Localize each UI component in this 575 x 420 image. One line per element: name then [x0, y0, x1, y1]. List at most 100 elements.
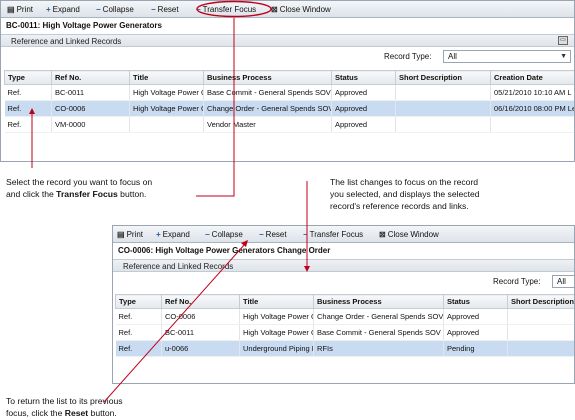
top-expand-button[interactable]: + Expand — [46, 4, 80, 15]
minus-icon: − — [303, 230, 308, 239]
bottom-print-button[interactable]: ▤ Print — [117, 229, 143, 240]
plus-icon: + — [46, 5, 51, 14]
cell-ref: VM-0000 — [51, 116, 130, 133]
cell-title: Underground Piping M — [239, 340, 314, 357]
cell-desc — [395, 84, 491, 101]
column-header[interactable]: Status — [331, 70, 396, 85]
cell-process: Base Commit - General Spends SOV — [313, 324, 444, 341]
cell-ref: CO-0006 — [161, 308, 240, 325]
bottom-record-type-row: Record Type: All — [113, 272, 574, 292]
column-header[interactable]: Ref No. — [51, 70, 130, 85]
cell-type: Ref. — [4, 116, 52, 133]
cell-desc — [507, 340, 574, 357]
cell-status: Approved — [331, 84, 396, 101]
column-header[interactable]: Short Description — [507, 294, 574, 309]
cell-date — [490, 116, 574, 133]
annotation-reset: To return the list to its previous focus… — [6, 396, 123, 418]
column-header[interactable]: Ref No. — [161, 294, 240, 309]
cell-ref: BC-0011 — [161, 324, 240, 341]
cell-process: RFIs — [313, 340, 444, 357]
bottom-record-type-select[interactable]: All — [552, 275, 574, 288]
table-row[interactable]: Ref. CO-0006 High Voltage Power G Change… — [115, 308, 574, 325]
cell-status: Approved — [443, 324, 508, 341]
cell-title: High Voltage Power G — [239, 324, 314, 341]
table-row-selected[interactable]: Ref. CO-0006 High Voltage Power G Change… — [4, 100, 574, 117]
bottom-transfer-focus-button[interactable]: − Transfer Focus — [303, 229, 363, 240]
top-records-window: ▤ Print + Expand − Collapse − Reset − Transfe… — [0, 0, 575, 162]
bottom-expand-button[interactable]: + Expand — [156, 229, 190, 240]
bottom-collapse-button[interactable]: − Collapse — [205, 229, 243, 240]
minus-icon: − — [196, 5, 201, 14]
top-toolbar: ▤ Print + Expand − Collapse − Reset − Transfe… — [1, 1, 574, 18]
bottom-records-window: ▤ Print + Expand − Collapse − Reset − Transfe… — [112, 225, 575, 384]
printer-icon: ▤ — [117, 230, 125, 239]
annotation-list-changes: The list changes to focus on the record … — [330, 177, 480, 211]
cell-ref: u-0066 — [161, 340, 240, 357]
column-header[interactable]: Type — [4, 70, 52, 85]
top-record-type-select[interactable]: All ▼ — [443, 50, 571, 63]
cell-desc — [507, 308, 574, 325]
top-section-title: Reference and Linked Records — [11, 37, 122, 46]
column-header[interactable]: Title — [239, 294, 314, 309]
column-header[interactable]: Type — [115, 294, 162, 309]
bottom-section-header: Reference and Linked Records — [113, 259, 574, 272]
table-header-row: Type Ref No. Title Business Process Stat… — [115, 294, 574, 309]
top-section-header: Reference and Linked Records ▭ — [1, 34, 574, 47]
column-header[interactable]: Status — [443, 294, 508, 309]
cell-date: 05/21/2010 10:10 AM L — [490, 84, 574, 101]
top-collapse-button[interactable]: − Collapse — [96, 4, 134, 15]
cell-process: Change Order - General Spends SOV — [203, 100, 332, 117]
cell-status: Approved — [443, 308, 508, 325]
bottom-section-title: Reference and Linked Records — [123, 262, 234, 271]
bottom-close-window-button[interactable]: ⊠ Close Window — [379, 229, 439, 240]
bottom-record-title: CO-0006: High Voltage Power Generators C… — [113, 243, 574, 259]
column-header[interactable]: Business Process — [203, 70, 332, 85]
printer-icon: ▤ — [7, 5, 15, 14]
column-header[interactable]: Creation Date — [490, 70, 574, 85]
minus-icon: − — [259, 230, 264, 239]
column-header[interactable]: Short Description — [395, 70, 491, 85]
minus-icon: − — [151, 5, 156, 14]
close-icon: ⊠ — [379, 230, 386, 239]
cell-date: 06/16/2010 08:00 PM Le — [490, 100, 574, 117]
top-record-type-row: Record Type: All ▼ — [1, 47, 574, 67]
bottom-toolbar: ▤ Print + Expand − Collapse − Reset − Transfe… — [113, 226, 574, 243]
annotation-select-record: Select the record you want to focus on a… — [6, 177, 153, 199]
top-record-type-label: Record Type: — [384, 52, 432, 61]
column-header[interactable]: Title — [129, 70, 204, 85]
cell-title: High Voltage Power G — [239, 308, 314, 325]
cell-status: Pending — [443, 340, 508, 357]
table-row-selected[interactable]: Ref. u-0066 Underground Piping M RFIs Pe… — [115, 340, 574, 357]
cell-process: Change Order - General Spends SOV — [313, 308, 444, 325]
column-header[interactable]: Business Process — [313, 294, 444, 309]
bottom-reset-button[interactable]: − Reset — [259, 229, 287, 240]
cell-desc — [395, 100, 491, 117]
cell-type: Ref. — [4, 100, 52, 117]
print-section-icon[interactable]: ▭ — [558, 36, 568, 45]
cell-status: Approved — [331, 100, 396, 117]
minus-icon: − — [96, 5, 101, 14]
cell-type: Ref. — [4, 84, 52, 101]
cell-type: Ref. — [115, 308, 162, 325]
cell-process: Vendor Master — [203, 116, 332, 133]
cell-type: Ref. — [115, 340, 162, 357]
cell-ref: BC-0011 — [51, 84, 130, 101]
top-records-table: Type Ref No. Title Business Process Stat… — [4, 70, 574, 133]
cell-ref: CO-0006 — [51, 100, 130, 117]
table-row[interactable]: Ref. BC-0011 High Voltage Power G Base C… — [4, 84, 574, 101]
top-reset-button[interactable]: − Reset — [151, 4, 179, 15]
cell-type: Ref. — [115, 324, 162, 341]
table-row[interactable]: Ref. BC-0011 High Voltage Power G Base C… — [115, 324, 574, 341]
cell-process: Base Commit - General Spends SOV — [203, 84, 332, 101]
top-print-button[interactable]: ▤ Print — [7, 4, 33, 15]
table-row[interactable]: Ref. VM-0000 Vendor Master Approved — [4, 116, 574, 133]
cell-status: Approved — [331, 116, 396, 133]
bottom-record-type-label: Record Type: — [493, 277, 541, 286]
top-transfer-focus-button[interactable]: − Transfer Focus — [196, 4, 256, 15]
cell-title: High Voltage Power G — [129, 84, 204, 101]
close-icon: ⊠ — [271, 5, 278, 14]
cell-title: High Voltage Power G — [129, 100, 204, 117]
cell-desc — [507, 324, 574, 341]
top-close-window-button[interactable]: ⊠ Close Window — [271, 4, 331, 15]
minus-icon: − — [205, 230, 210, 239]
